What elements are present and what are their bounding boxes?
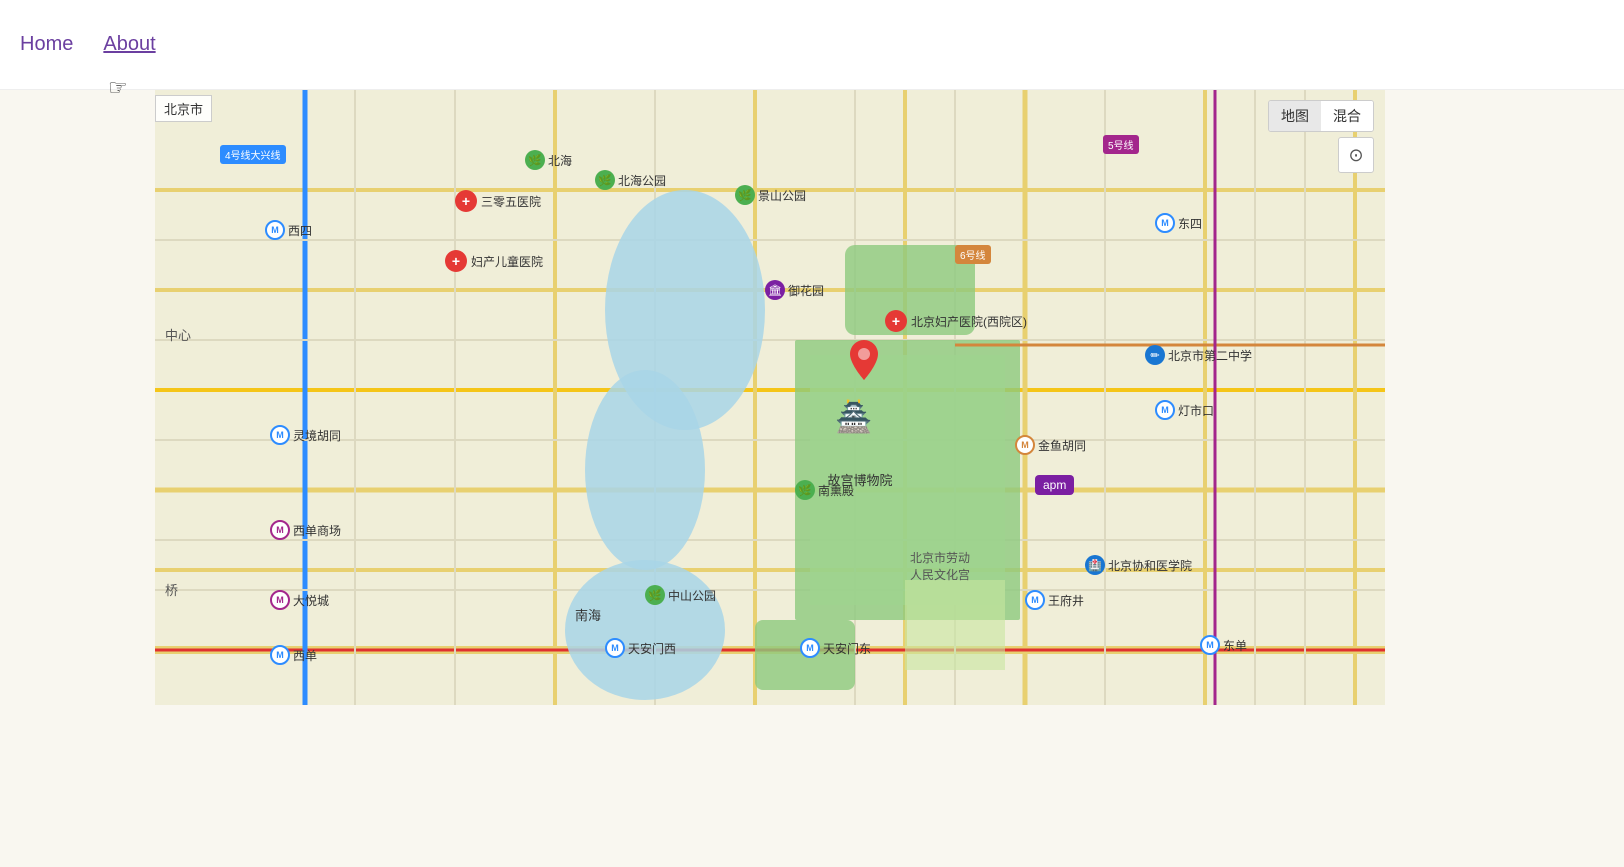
beihai-icon: 🌿 <box>525 150 545 170</box>
map-controls: 地图 混合 ⊙ <box>1268 100 1374 173</box>
map-svg <box>155 90 1385 705</box>
apm-marker: apm <box>1035 475 1074 495</box>
workers-palace-label: 北京市劳动人民文化宫 <box>910 550 970 584</box>
center-label: 中心 <box>165 325 191 344</box>
beijing-city-label: 北京市 <box>155 95 212 122</box>
metro-wangfujing: M 王府井 <box>1025 590 1084 610</box>
zhongshan-icon: 🌿 <box>645 585 665 605</box>
poi-jingshan: 🌿 景山公园 <box>735 185 806 205</box>
beijing-union-medical: 🏥 北京协和医学院 <box>1085 555 1192 575</box>
medical-school-icon: 🏥 <box>1085 555 1105 575</box>
metro-dengshikou: M 灯市口 <box>1155 400 1214 420</box>
metro-jinyuhoton: M 金鱼胡同 <box>1015 435 1086 455</box>
sanwu-hospital: + 三零五医院 <box>455 190 541 212</box>
school-icon: ✏ <box>1145 345 1165 365</box>
metro-dongdan: M 东单 <box>1200 635 1247 655</box>
map-type-selector: 地图 混合 <box>1268 100 1374 132</box>
beijing-2nd-middle-school: ✏ 北京市第二中学 <box>1145 345 1252 365</box>
metro-tiananmen-dong: M 天安门东 <box>800 638 871 658</box>
metro-xidan: M 西单 <box>270 645 317 665</box>
location-button[interactable]: ⊙ <box>1338 137 1374 173</box>
subway-line5: 5号线 <box>1103 135 1139 154</box>
poi-beihai-park: 🌿 北海公园 <box>595 170 666 190</box>
map-container[interactable]: 🌿 北海 🌿 北海公园 🌿 景山公园 🏛 御花园 🏯 故宫博物院 🌿 南熏殿 � <box>155 90 1385 705</box>
jingshan-icon: 🌿 <box>735 185 755 205</box>
metro-dayuecheng: M 大悦城 <box>270 590 329 610</box>
navbar: Home About <box>0 0 1624 90</box>
bridge-label: 桥 <box>165 580 178 599</box>
beijing-maternity-hospital: + 北京妇产医院(西院区) <box>885 310 1027 332</box>
nav-home[interactable]: Home <box>20 33 73 56</box>
poi-yuhuayuan: 🏛 御花园 <box>765 280 824 300</box>
fuchanyou-hospital: + 妇产儿童医院 <box>445 250 543 272</box>
poi-beihai: 🌿 北海 <box>525 150 572 170</box>
metro-xisi: M 西四 <box>265 220 312 240</box>
poi-zhongshan: 🌿 中山公园 <box>645 585 716 605</box>
subway-line6: 6号线 <box>955 245 991 264</box>
cursor-indicator: ☞ <box>108 75 128 101</box>
nanhai-label: 南海 <box>575 605 601 624</box>
yuhuayuan-icon: 🏛 <box>765 280 785 300</box>
main-map-pin <box>850 340 878 372</box>
metro-tiananmen-xi: M 天安门西 <box>605 638 676 658</box>
beihai-park-icon: 🌿 <box>595 170 615 190</box>
subway-line4: 4号线大兴线 <box>220 145 286 164</box>
map-type-hybrid-btn[interactable]: 混合 <box>1321 101 1373 131</box>
metro-lingxi: M 灵境胡同 <box>270 425 341 445</box>
metro-xidanshangchang: M 西单商场 <box>270 520 341 540</box>
map-type-map-btn[interactable]: 地图 <box>1269 101 1321 131</box>
metro-dongsi: M 东四 <box>1155 213 1202 233</box>
forbidden-city-label: 故宫博物院 <box>795 470 925 489</box>
nav-about[interactable]: About <box>103 33 155 56</box>
forbidden-city-building-icon: 🏯 <box>835 400 872 435</box>
